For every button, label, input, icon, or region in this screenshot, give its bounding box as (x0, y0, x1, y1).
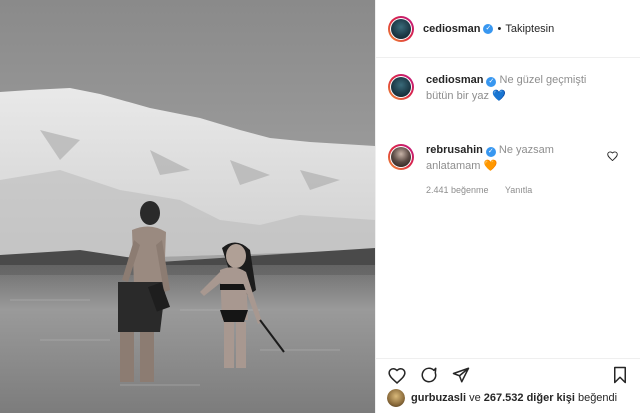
likes-connector: ve (469, 392, 481, 404)
author-avatar[interactable] (388, 15, 414, 42)
comment-likes[interactable]: 2.441 beğenme (426, 185, 489, 195)
liker-username[interactable]: gurbuzasli (411, 392, 466, 404)
comment-item: rebrusahin ✓ Ne yazsam anlatamam 🧡 2.441 … (388, 142, 606, 198)
liker-avatar[interactable] (387, 389, 405, 407)
comment-like-heart-icon[interactable] (607, 151, 618, 161)
post-side-panel: cediosman ✓ • Takiptesin cediosman ✓ Ne g… (375, 0, 640, 413)
post-header: cediosman ✓ • Takiptesin (376, 0, 640, 58)
action-bar (375, 358, 640, 386)
commenter-avatar[interactable] (388, 144, 414, 170)
likes-summary: gurbuzasli ve 267.532 diğer kişi beğendi (387, 389, 617, 407)
reply-button[interactable]: Yanıtla (505, 185, 532, 195)
verified-icon: ✓ (483, 23, 494, 34)
bookmark-icon[interactable] (610, 365, 630, 385)
author-username[interactable]: cediosman (423, 23, 480, 35)
verified-icon: ✓ (485, 147, 496, 157)
follow-status-button[interactable]: Takiptesin (505, 23, 554, 35)
likes-count[interactable]: 267.532 diğer kişi (484, 392, 575, 404)
verified-icon: ✓ (486, 77, 497, 87)
caption: cediosman ✓ Ne güzel geçmişti bütün bir y… (388, 72, 606, 104)
commenter-username[interactable]: rebrusahin (426, 144, 483, 156)
separator-dot: • (497, 22, 502, 35)
likes-suffix: beğendi (577, 392, 618, 404)
heart-icon[interactable] (387, 365, 407, 385)
caption-username[interactable]: cediosman (426, 74, 483, 86)
share-icon[interactable] (451, 365, 471, 385)
post-photo[interactable] (0, 0, 375, 413)
orange-heart-emoji: 🧡 (483, 160, 498, 172)
comment-icon[interactable] (419, 365, 439, 385)
caption-avatar[interactable] (388, 74, 414, 100)
blue-heart-emoji: 💙 (492, 90, 506, 102)
